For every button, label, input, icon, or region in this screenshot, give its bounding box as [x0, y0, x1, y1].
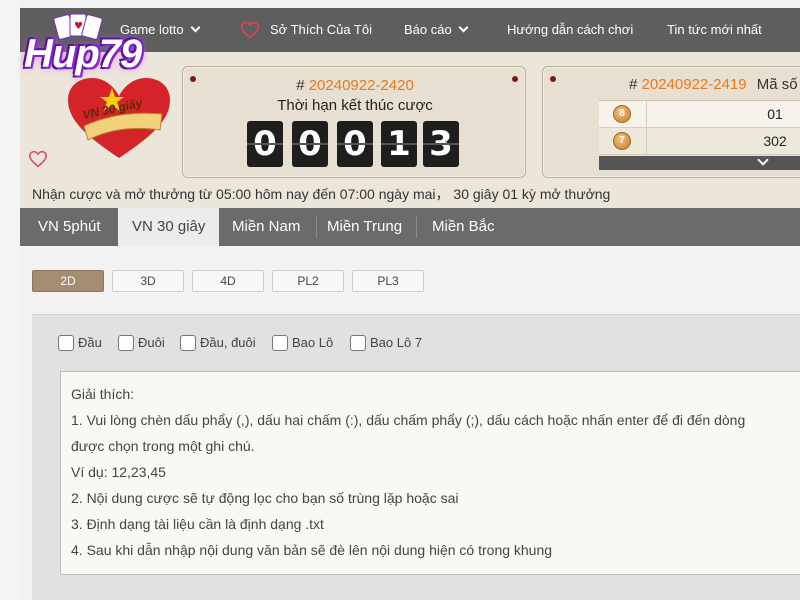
nav-guide[interactable]: Hướng dẫn cách chơi [507, 8, 633, 52]
explanation-line: được chọn trong một ghi chú. [71, 438, 255, 454]
countdown-digit: 0 [247, 121, 283, 167]
previous-issue: # 20240922-2419 Mã số [629, 76, 798, 93]
page: Game lotto Sở Thích Của Tôi Báo cáo Hướn… [20, 0, 800, 600]
checkbox-box[interactable] [58, 334, 74, 351]
svg-text:♥: ♥ [74, 21, 83, 32]
subtab-pl3[interactable]: PL3 [352, 270, 424, 292]
explanation-line: 2. Nội dung cược sẽ tự động lọc cho bạn … [71, 490, 459, 506]
code-label: Mã số [756, 76, 798, 93]
chevron-down-icon [458, 22, 469, 33]
prize-ball-icon: 8 [613, 105, 631, 123]
explanation-line: 4. Sau khi dẫn nhập nội dung văn bản sẽ … [71, 542, 553, 558]
draw-header: # 20240922-2420 Thời hạn kết thúc cược 0… [20, 13, 800, 208]
subtab-2d[interactable]: 2D [32, 270, 104, 292]
countdown-digit: 0 [337, 121, 373, 167]
checkbox-box[interactable] [272, 334, 288, 351]
checkbox-box[interactable] [118, 334, 134, 351]
nav-news[interactable]: Tin tức mới nhất [667, 8, 762, 52]
nav-favorites[interactable]: Sở Thích Của Tôi [270, 8, 372, 52]
previous-draw-panel: # 20240922-2419 Mã số 8 01 7 302 [542, 66, 800, 178]
checkbox-label: Đuôi [138, 335, 165, 350]
bet-content-area: Đầu Đuôi Đầu, đuôi Bao Lô Bao Lô 7 Giải … [32, 314, 800, 600]
previous-issue-number: 20240922-2419 [641, 76, 747, 93]
heart-icon[interactable] [240, 20, 260, 40]
explanation-example: Ví dụ: 12,23,45 [71, 464, 166, 480]
logo-brand-text: Hup79 [24, 32, 142, 76]
countdown-digit: 0 [292, 121, 328, 167]
schedule-info: Nhận cược và mở thưởng từ 05:00 hôm nay … [32, 186, 611, 202]
table-row: 8 01 [599, 101, 800, 128]
chevron-down-icon [190, 22, 201, 33]
checkbox-box[interactable] [350, 334, 366, 351]
explanation-box: Giải thích: 1. Vui lòng chèn dấu phẩy (,… [60, 371, 800, 575]
table-row: 7 302 [599, 128, 800, 155]
vietnam-heart-icon [68, 78, 170, 158]
favorite-heart-icon[interactable] [28, 150, 48, 168]
hash-symbol: # [629, 76, 638, 93]
checkbox-duoi[interactable]: Đuôi [118, 333, 165, 353]
tab-mien-trung[interactable]: Miền Trung [313, 208, 416, 246]
current-issue-number: 20240922-2420 [308, 77, 414, 94]
site-logo[interactable]: ♥ Hup79 VN 30 giây [20, 6, 180, 158]
expand-results-button[interactable] [599, 154, 800, 170]
hash-symbol: # [296, 77, 305, 94]
tab-mien-nam[interactable]: Miền Nam [218, 208, 314, 246]
explanation-title: Giải thích: [71, 386, 135, 402]
tab-vn-30-giay[interactable]: VN 30 giây [118, 208, 220, 246]
ball-cell: 7 [599, 128, 647, 154]
tab-divider [416, 216, 417, 238]
checkbox-bao-lo[interactable]: Bao Lô [272, 333, 333, 353]
deadline-label: Thời hạn kết thúc cược [277, 97, 433, 114]
ball-cell: 8 [599, 101, 647, 127]
checkbox-label: Bao Lô 7 [370, 335, 423, 350]
tab-vn-5phut[interactable]: VN 5phút [24, 208, 115, 246]
checkbox-label: Bao Lô [292, 335, 334, 350]
checkbox-box[interactable] [180, 334, 196, 351]
previous-results-table: 8 01 7 302 [599, 100, 800, 170]
result-value: 302 [763, 133, 787, 149]
nav-report-label: Báo cáo [404, 22, 452, 37]
checkbox-bao-lo-7[interactable]: Bao Lô 7 [350, 333, 422, 353]
nav-report[interactable]: Báo cáo [404, 8, 469, 52]
chevron-down-icon [757, 154, 769, 166]
game-tabs: VN 5phút VN 30 giây Miền Nam Miền Trung … [20, 208, 800, 246]
countdown-digit: 3 [423, 121, 459, 167]
tab-mien-bac[interactable]: Miền Bắc [418, 208, 509, 246]
panel-rivet [550, 76, 556, 82]
checkbox-label: Đầu, đuôi [200, 335, 256, 350]
subtab-4d[interactable]: 4D [192, 270, 264, 292]
checkbox-dau-duoi[interactable]: Đầu, đuôi [180, 333, 256, 353]
explanation-line: 1. Vui lòng chèn dấu phẩy (,), dấu hai c… [71, 412, 746, 428]
checkbox-dau[interactable]: Đầu [58, 333, 102, 353]
checkbox-label: Đầu [78, 335, 102, 350]
prize-ball-icon: 7 [613, 132, 631, 150]
subtab-pl2[interactable]: PL2 [272, 270, 344, 292]
countdown-digit: 1 [381, 121, 417, 167]
current-draw-panel: # 20240922-2420 Thời hạn kết thúc cược 0… [182, 66, 526, 178]
left-margin [0, 0, 20, 600]
explanation-line: 3. Định dạng tài liệu cần là định dạng .… [71, 516, 324, 532]
result-value: 01 [767, 106, 783, 122]
current-issue: # 20240922-2420 [183, 77, 527, 94]
subtab-3d[interactable]: 3D [112, 270, 184, 292]
